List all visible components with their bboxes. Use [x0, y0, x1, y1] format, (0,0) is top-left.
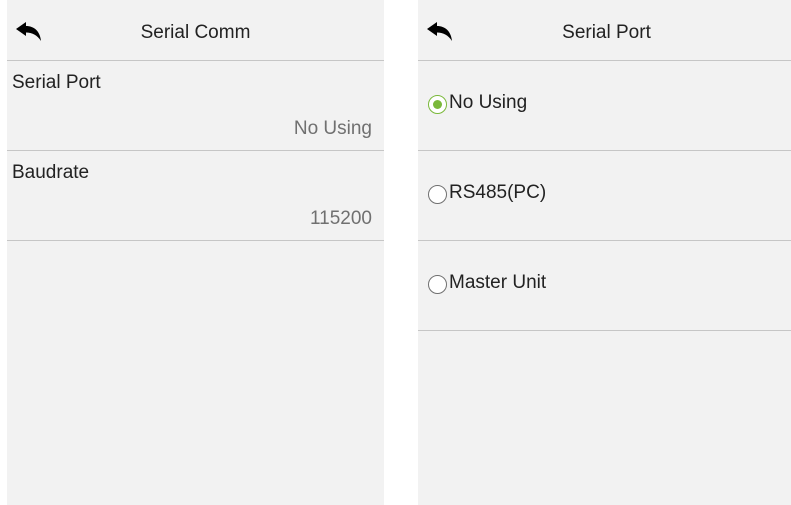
serial-comm-header: Serial Comm [7, 0, 384, 61]
page-title: Serial Port [562, 22, 651, 43]
option-label: No Using [449, 92, 528, 113]
option-no-using[interactable]: No Using [418, 61, 791, 151]
setting-value: No Using [293, 118, 372, 139]
serial-port-header: Serial Port [418, 0, 791, 61]
option-master-unit[interactable]: Master Unit [418, 241, 791, 331]
radio-button[interactable] [428, 95, 447, 114]
setting-label: Baudrate [12, 162, 90, 183]
serial-port-screen: Serial Port No Using RS485(PC) Master Un… [418, 0, 791, 505]
option-label: Master Unit [449, 272, 547, 293]
setting-row-baudrate[interactable]: Baudrate 115200 [7, 151, 384, 241]
serial-comm-screen: Serial Comm Serial Port No Using Baudrat… [7, 0, 384, 505]
stage: Serial Comm Serial Port No Using Baudrat… [0, 0, 791, 505]
setting-row-serial-port[interactable]: Serial Port No Using [7, 61, 384, 151]
option-rs485-pc[interactable]: RS485(PC) [418, 151, 791, 241]
radio-dot [433, 100, 442, 109]
setting-value: 115200 [310, 208, 372, 229]
page-title: Serial Comm [140, 22, 251, 43]
option-label: RS485(PC) [449, 182, 547, 203]
radio-button[interactable] [428, 185, 447, 204]
setting-label: Serial Port [12, 72, 101, 93]
radio-button[interactable] [428, 275, 447, 294]
